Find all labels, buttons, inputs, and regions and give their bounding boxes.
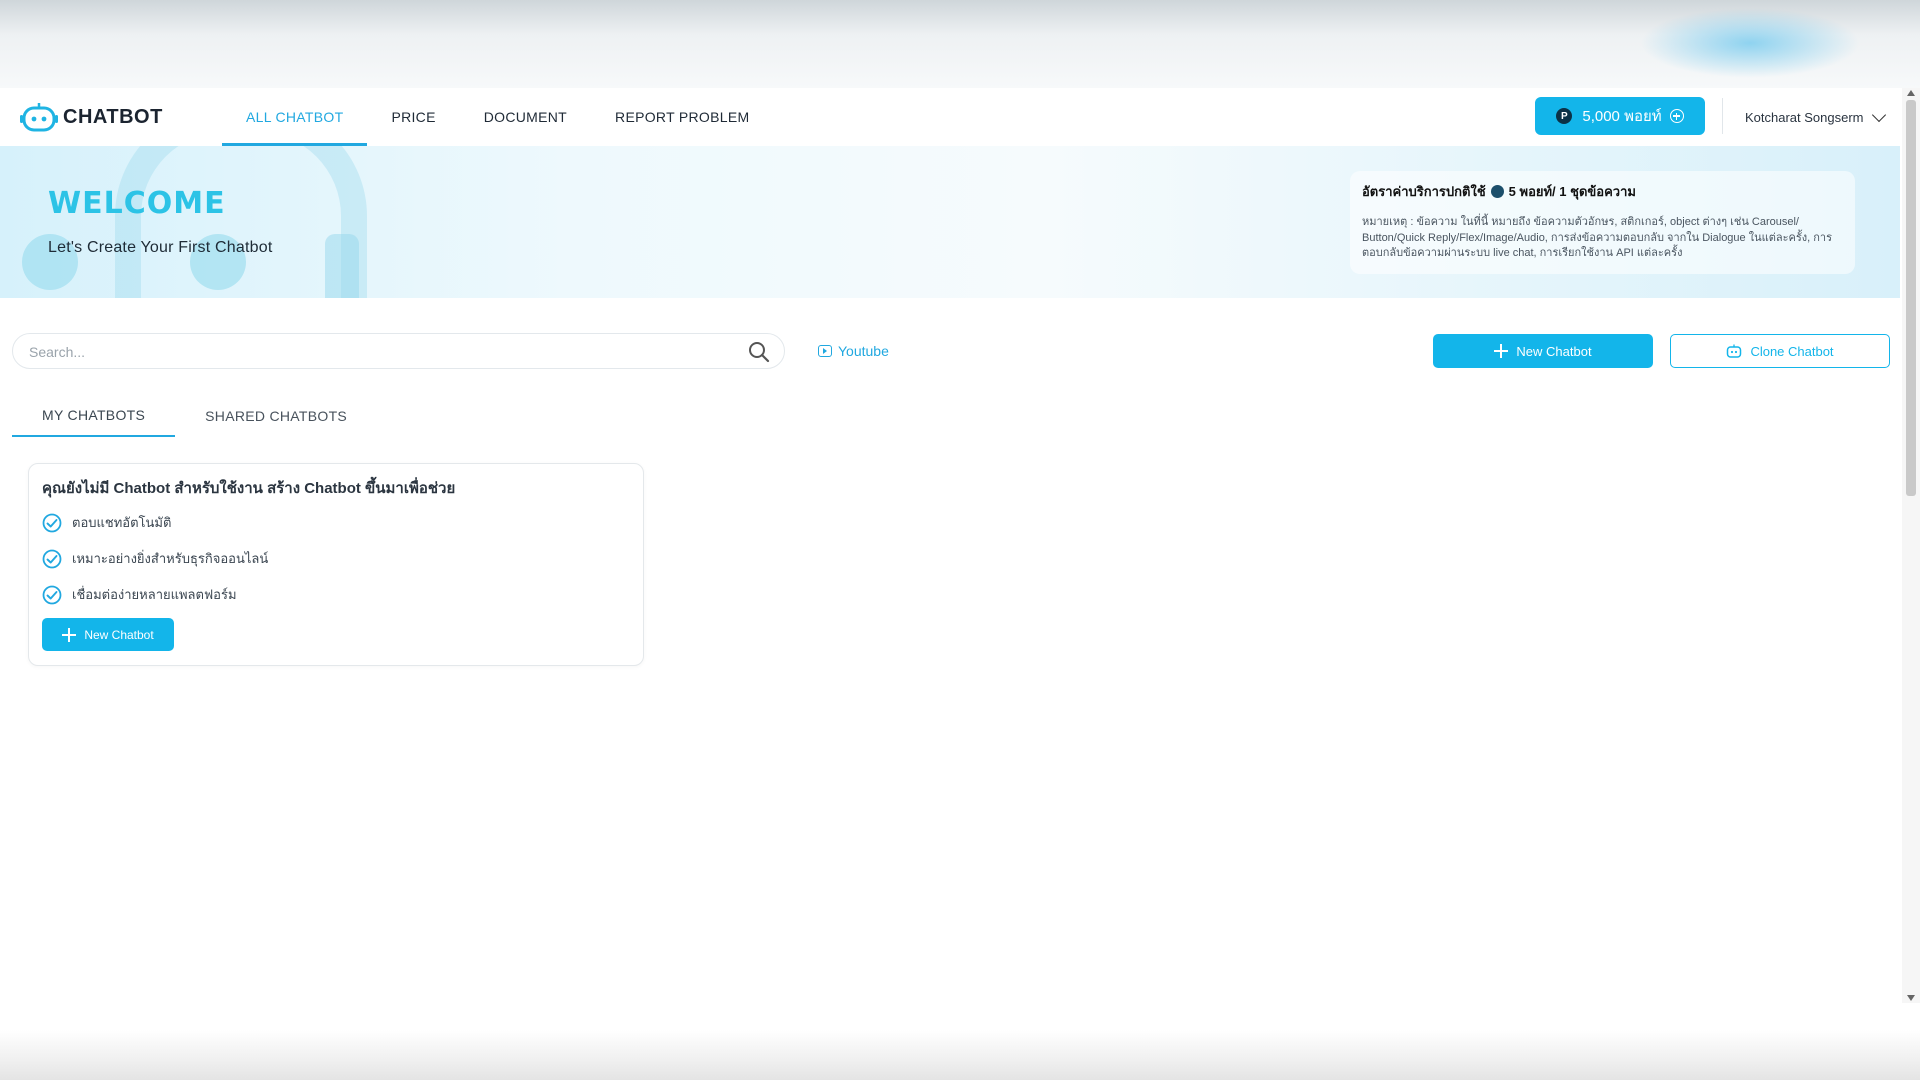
plus-icon bbox=[62, 627, 77, 642]
feature-label: เชื่อมต่อง่ายหลายแพลตฟอร์ม bbox=[72, 587, 237, 602]
chevron-down-icon bbox=[1871, 107, 1886, 122]
empty-state-card: คุณยังไม่มี Chatbot สำหรับใช้งาน สร้าง C… bbox=[28, 463, 644, 666]
rate-info-card: อัตราค่าบริการปกติใช้ 5 พอยท์/ 1 ชุดข้อค… bbox=[1350, 171, 1855, 274]
feature-item: เชื่อมต่อง่ายหลายแพลตฟอร์ม bbox=[42, 584, 237, 605]
vertical-scrollbar[interactable] bbox=[1902, 88, 1920, 1003]
banner-decoration bbox=[325, 234, 359, 298]
robot-clone-icon bbox=[1727, 344, 1742, 358]
rate-title: อัตราค่าบริการปกติใช้ 5 พอยท์/ 1 ชุดข้อค… bbox=[1362, 181, 1843, 202]
scroll-up-arrow-icon[interactable] bbox=[1907, 90, 1915, 96]
robot-logo-icon bbox=[20, 103, 58, 132]
new-chatbot-button[interactable]: New Chatbot bbox=[1433, 334, 1653, 368]
nav-document[interactable]: DOCUMENT bbox=[460, 88, 591, 146]
points-label: 5,000 พอยท์ bbox=[1582, 108, 1662, 125]
scroll-thumb[interactable] bbox=[1906, 100, 1916, 496]
top-navbar: CHATBOT ALL CHATBOT PRICE DOCUMENT REPOR… bbox=[0, 88, 1900, 147]
tab-shared-chatbots[interactable]: SHARED CHATBOTS bbox=[175, 395, 377, 437]
rate-prefix: อัตราค่าบริการปกติใช้ bbox=[1362, 184, 1486, 199]
clone-chatbot-label: Clone Chatbot bbox=[1750, 343, 1834, 359]
check-circle-icon bbox=[42, 513, 62, 532]
coin-icon bbox=[1490, 185, 1504, 198]
search-input[interactable] bbox=[27, 334, 731, 370]
search-icon[interactable] bbox=[748, 341, 770, 363]
clone-chatbot-button[interactable]: Clone Chatbot bbox=[1670, 334, 1890, 368]
plus-icon bbox=[1494, 344, 1509, 358]
user-name: Kotcharat Songserm bbox=[1745, 109, 1864, 125]
feature-item: เหมาะอย่างยิ่งสำหรับธุรกิจออนไลน์ bbox=[42, 548, 268, 569]
logo-text: CHATBOT bbox=[63, 105, 163, 128]
search-box bbox=[12, 333, 785, 370]
add-points-icon bbox=[1669, 109, 1684, 123]
rate-suffix: 5 พอยท์/ 1 ชุดข้อความ bbox=[1508, 184, 1636, 199]
app-logo[interactable]: CHATBOT bbox=[20, 102, 202, 132]
empty-state-button-label: New Chatbot bbox=[84, 627, 154, 642]
nav-divider bbox=[1722, 98, 1723, 134]
tab-my-chatbots[interactable]: MY CHATBOTS bbox=[12, 395, 176, 437]
new-chatbot-label: New Chatbot bbox=[1516, 343, 1592, 359]
scroll-down-arrow-icon[interactable] bbox=[1907, 995, 1915, 1001]
nav-report-problem[interactable]: REPORT PROBLEM bbox=[591, 88, 773, 146]
youtube-label: Youtube bbox=[838, 343, 889, 359]
blurred-top-region bbox=[0, 0, 1920, 88]
nav-all-chatbot[interactable]: ALL CHATBOT bbox=[222, 88, 368, 146]
main-nav: ALL CHATBOT PRICE DOCUMENT REPORT PROBLE… bbox=[222, 88, 773, 146]
points-p-icon: P bbox=[1556, 108, 1573, 124]
rate-note: หมายเหตุ : ข้อความ ในที่นี้ หมายถึง ข้อค… bbox=[1362, 216, 1832, 259]
chatbot-tabs: MY CHATBOTS SHARED CHATBOTS bbox=[12, 395, 377, 437]
video-icon bbox=[818, 345, 832, 357]
user-menu[interactable]: Kotcharat Songserm bbox=[1745, 88, 1886, 146]
youtube-link[interactable]: Youtube bbox=[818, 343, 889, 359]
empty-state-title: คุณยังไม่มี Chatbot สำหรับใช้งาน สร้าง C… bbox=[42, 480, 456, 497]
welcome-title: WELCOME bbox=[48, 186, 226, 221]
feature-item: ตอบแชทอัตโนมัติ bbox=[42, 512, 171, 533]
blurred-bottom-region bbox=[0, 1030, 1920, 1080]
empty-state-new-chatbot-button[interactable]: New Chatbot bbox=[42, 618, 174, 651]
welcome-banner: WELCOME Let's Create Your First Chatbot … bbox=[0, 146, 1900, 298]
feature-label: เหมาะอย่างยิ่งสำหรับธุรกิจออนไลน์ bbox=[72, 551, 269, 566]
check-circle-icon bbox=[42, 549, 62, 568]
check-circle-icon bbox=[42, 585, 62, 604]
points-balance-button[interactable]: P 5,000 พอยท์ bbox=[1535, 97, 1705, 135]
welcome-subtitle: Let's Create Your First Chatbot bbox=[48, 239, 273, 256]
nav-price[interactable]: PRICE bbox=[367, 88, 459, 146]
feature-label: ตอบแชทอัตโนมัติ bbox=[72, 515, 172, 530]
